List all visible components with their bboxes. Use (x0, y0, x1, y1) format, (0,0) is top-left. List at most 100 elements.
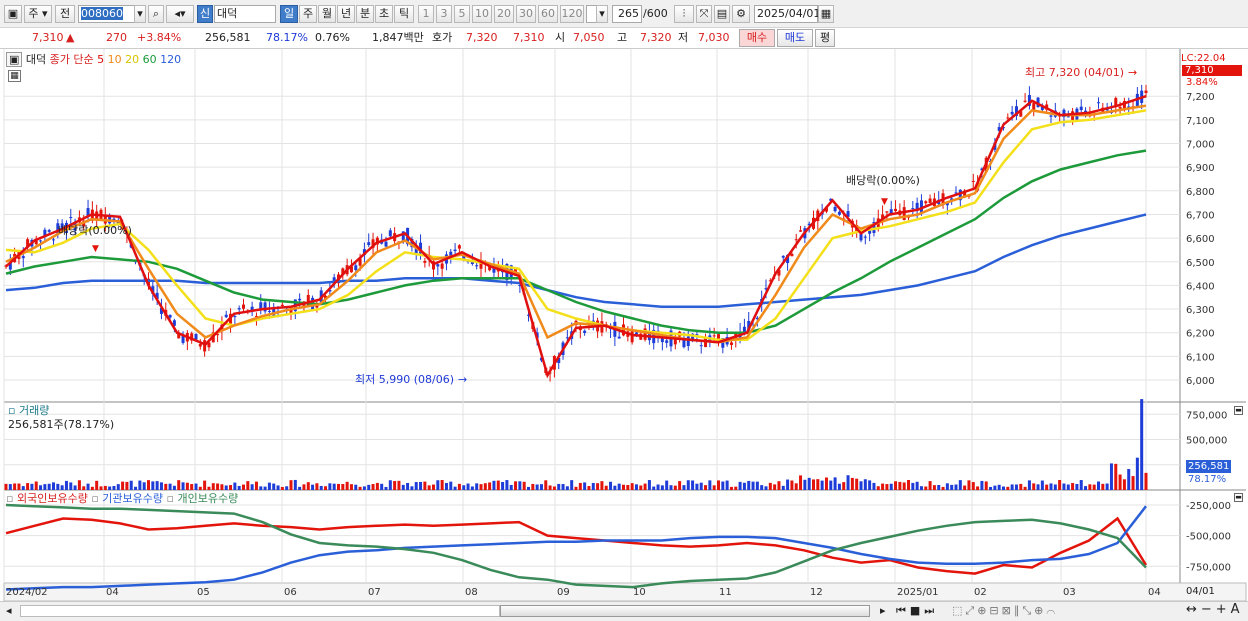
num-120[interactable]: 120 (560, 5, 584, 23)
volume-bar (1032, 483, 1036, 490)
save-icon[interactable]: ▤ (714, 5, 730, 23)
candle-body (436, 264, 440, 267)
legend-ma10[interactable]: 10 (108, 53, 122, 66)
scrollbar[interactable]: ◂ ▸ ⏮■⏭ ⬚⤢⊕⊟⊠∥⤡⊕⌒ ↔−+A (0, 601, 1248, 621)
count-input[interactable]: 265 (612, 5, 642, 23)
volume-bar (21, 486, 25, 490)
scroll-left-icon[interactable]: ◂ (6, 604, 12, 617)
legend-ma5[interactable]: 5 (97, 53, 104, 66)
volume-bar (319, 485, 323, 490)
price-tick-label: 7,000 (1186, 140, 1215, 151)
nav-controls-icon[interactable]: ⏮■⏭ (896, 604, 938, 617)
volume-bar (941, 486, 945, 490)
volume-bar (570, 480, 574, 490)
period-week[interactable]: 주 (299, 5, 317, 23)
candle-body (1144, 90, 1148, 94)
legend-ma20[interactable]: 20 (125, 53, 139, 66)
legend-ma60[interactable]: 60 (143, 53, 157, 66)
legend-box-icon[interactable]: ▣ (6, 52, 23, 67)
volume-bar (496, 480, 500, 490)
volume-bar (220, 484, 224, 490)
num-1[interactable]: 1 (418, 5, 434, 23)
volume-bar (812, 479, 815, 490)
volume-bar (328, 483, 332, 490)
volume-bar (1084, 486, 1088, 490)
volume-bar (250, 484, 254, 490)
volume: 256,581 (205, 31, 251, 44)
period-year[interactable]: 년 (337, 5, 355, 23)
code-input[interactable]: 008060 (78, 5, 136, 23)
num-5[interactable]: 5 (454, 5, 470, 23)
holders-indiv[interactable]: 개인보유수량 (177, 492, 238, 505)
volume-bar (82, 486, 86, 490)
eval-button[interactable]: 평 (815, 29, 835, 47)
stock-name-field[interactable]: 대덕 (214, 5, 276, 23)
period-minute[interactable]: 분 (356, 5, 374, 23)
date-input[interactable]: 2025/04/01 (754, 5, 820, 23)
sell-button[interactable]: 매도 (777, 29, 813, 47)
current-pct-tag: 3.84% (1186, 77, 1218, 88)
speaker-icon[interactable]: ◂▾ (166, 5, 194, 23)
holders-close-icon[interactable]: ▬ (1234, 493, 1243, 502)
period-second[interactable]: 초 (375, 5, 393, 23)
period-day[interactable]: 일 (280, 5, 298, 23)
x-tick-label: 2025/01 (897, 587, 939, 598)
scroll-thumb[interactable] (500, 605, 870, 617)
volume-bar (358, 486, 362, 490)
volume-bar (747, 480, 751, 490)
candle-body (924, 201, 928, 204)
volume-bar (755, 481, 759, 490)
settings-gear-icon[interactable]: ⚙ (732, 5, 750, 23)
sin-badge[interactable]: 신 (197, 5, 213, 23)
draw-tools-icon[interactable]: ⬚⤢⊕⊟⊠∥⤡⊕⌒ (952, 604, 1058, 617)
volume-bar (691, 480, 695, 490)
volume-bar (764, 486, 768, 490)
holders-foreign[interactable]: 외국인보유수량 (17, 492, 88, 505)
market-select[interactable]: 주 ▾ (24, 5, 52, 23)
buy-button[interactable]: 매수 (739, 29, 775, 47)
volume-close-icon[interactable]: ▬ (1234, 406, 1243, 415)
crosshair-icon[interactable]: ⤧ (696, 5, 712, 23)
num-60[interactable]: 60 (538, 5, 558, 23)
period-tick[interactable]: 틱 (394, 5, 414, 23)
candle-body (1010, 111, 1014, 115)
volume-bar (967, 480, 971, 490)
period-month[interactable]: 월 (318, 5, 336, 23)
volume-bar (989, 486, 993, 490)
search-icon[interactable]: ⌕ (148, 5, 164, 23)
dividend-annotation-2: 배당락(0.00%) (846, 174, 920, 187)
volume-bar (64, 480, 68, 490)
scroll-track[interactable] (20, 605, 500, 617)
volume-bar (39, 485, 43, 490)
custom-period-dropdown-icon[interactable]: ▾ (596, 5, 608, 23)
num-20[interactable]: 20 (494, 5, 514, 23)
volume-bar (708, 480, 712, 490)
volume-bar (311, 484, 315, 490)
volume-bar (712, 485, 716, 490)
volume-bar (462, 485, 466, 490)
num-3[interactable]: 3 (436, 5, 452, 23)
candle-body (1118, 106, 1122, 109)
volume-bar (639, 485, 643, 490)
window-icon[interactable]: ▣ (4, 5, 22, 23)
volume-bar (1002, 486, 1005, 490)
table-icon[interactable]: ▦ (8, 70, 21, 82)
prev-button[interactable]: 전 (55, 5, 75, 23)
holders-inst[interactable]: 기관보유수량 (102, 492, 163, 505)
volume-bar (980, 480, 984, 490)
num-10[interactable]: 10 (472, 5, 492, 23)
volume-bar (1014, 484, 1018, 490)
code-dropdown-icon[interactable]: ▾ (134, 5, 146, 23)
scroll-right-icon[interactable]: ▸ (880, 604, 886, 617)
num-30[interactable]: 30 (516, 5, 536, 23)
volume-bar (937, 484, 941, 490)
volume-bar (816, 479, 820, 490)
zoom-controls-icon[interactable]: ↔−+A (1186, 603, 1244, 616)
legend-ma-label: 종가 단순 (49, 53, 94, 66)
chart-area[interactable]: 6,000 6,100 6,200 6,300 6,400 6,500 6,600 6,700… (0, 49, 1248, 602)
volume-bar (1118, 474, 1122, 490)
legend-ma120[interactable]: 120 (160, 53, 181, 66)
volume-bar (729, 486, 733, 490)
candle-type-icon[interactable]: ⫶ (674, 5, 694, 23)
calendar-icon[interactable]: ▦ (818, 5, 834, 23)
